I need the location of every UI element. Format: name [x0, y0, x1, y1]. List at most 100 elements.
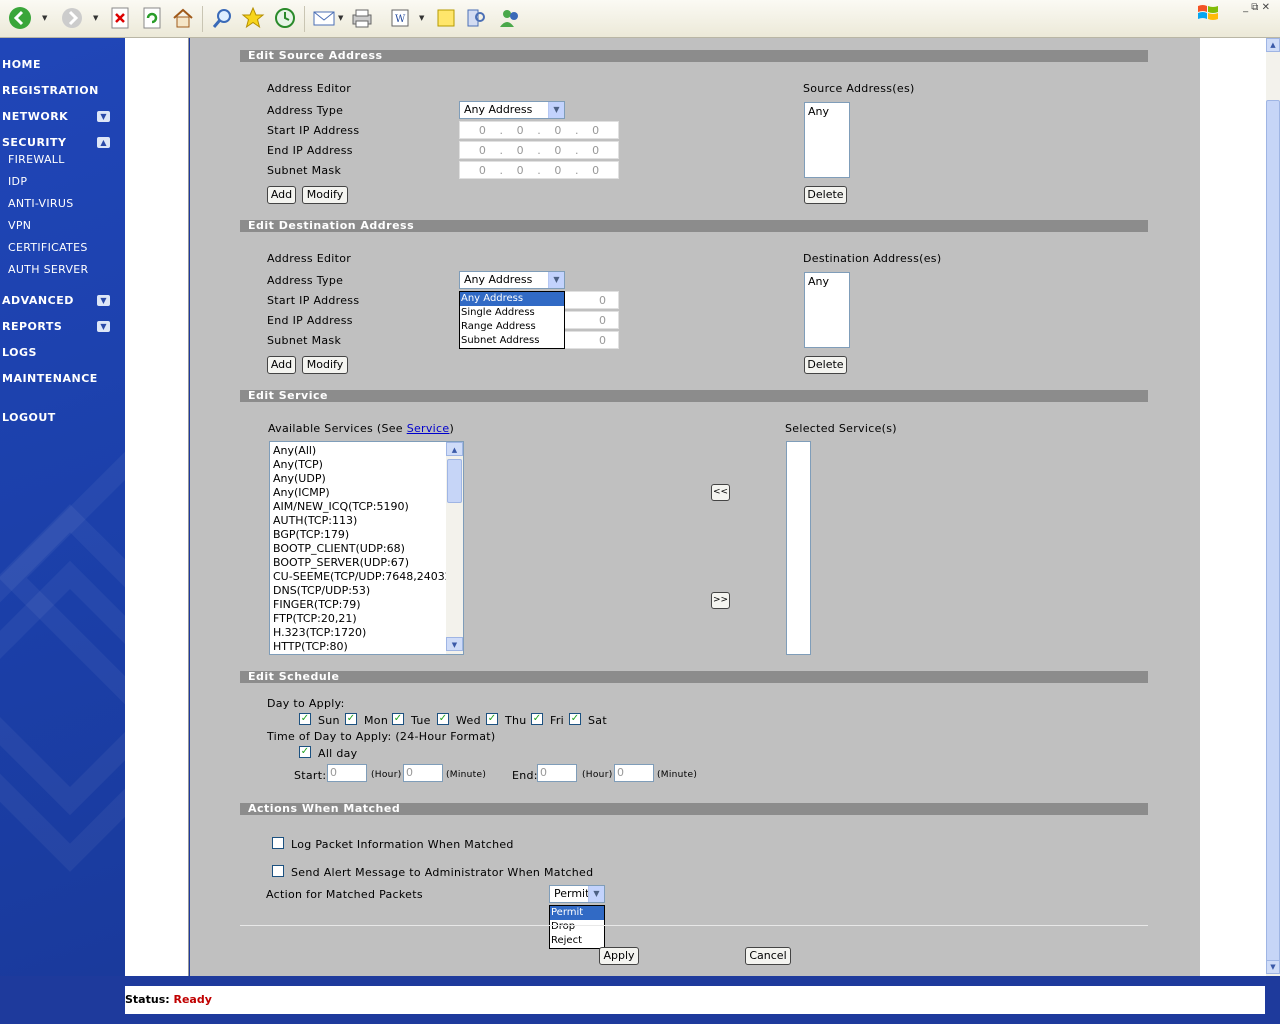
nav-security[interactable]: SECURITY	[2, 136, 66, 149]
list-item[interactable]: Any(ICMP)	[273, 486, 443, 500]
chevron-down-icon[interactable]: ▼	[97, 295, 110, 306]
nav-registration[interactable]: REGISTRATION	[2, 84, 99, 97]
nav-home[interactable]: HOME	[2, 58, 41, 71]
refresh-icon[interactable]	[140, 6, 164, 30]
list-item[interactable]: Any(UDP)	[273, 472, 443, 486]
stop-icon[interactable]	[108, 6, 132, 30]
thu-checkbox[interactable]: ✓	[486, 713, 498, 725]
list-item[interactable]: AUTH(TCP:113)	[273, 514, 443, 528]
list-item[interactable]: Any	[808, 275, 846, 289]
list-item[interactable]: Any(All)	[273, 444, 443, 458]
history-icon[interactable]	[273, 6, 297, 30]
sat-checkbox[interactable]: ✓	[569, 713, 581, 725]
list-item[interactable]: BGP(TCP:179)	[273, 528, 443, 542]
sun-checkbox[interactable]: ✓	[299, 713, 311, 725]
nav-maintenance[interactable]: MAINTENANCE	[2, 372, 98, 385]
list-item[interactable]: CU-SEEME(TCP/UDP:7648,24032)	[273, 570, 456, 584]
nav-reports[interactable]: REPORTS	[2, 320, 62, 333]
chevron-up-icon[interactable]: ▲	[97, 137, 110, 148]
source-end-ip-input[interactable]: 0.0.0.0	[459, 141, 619, 159]
dropdown-option[interactable]: Reject	[550, 934, 604, 948]
start-hour-input[interactable]: 0	[327, 764, 367, 782]
dropdown-option[interactable]: Any Address	[460, 292, 564, 306]
source-address-list[interactable]: Any	[804, 102, 850, 178]
allday-checkbox[interactable]: ✓	[299, 746, 311, 758]
nav-anti-virus[interactable]: ANTI-VIRUS	[8, 197, 74, 210]
list-item[interactable]: DNS(TCP/UDP:53)	[273, 584, 443, 598]
log-packet-checkbox[interactable]: ✓	[272, 837, 284, 849]
service-link[interactable]: Service	[407, 422, 450, 435]
mon-checkbox[interactable]: ✓	[345, 713, 357, 725]
apply-button[interactable]: Apply	[599, 947, 639, 965]
forward-icon[interactable]	[60, 6, 84, 30]
list-item[interactable]: BOOTP_SERVER(UDP:67)	[273, 556, 443, 570]
send-alert-checkbox[interactable]: ✓	[272, 865, 284, 877]
scroll-down-icon[interactable]: ▼	[1266, 960, 1280, 974]
edit-dropdown-icon[interactable]: ▼	[419, 14, 424, 22]
end-minute-input[interactable]: 0	[614, 764, 654, 782]
action-select[interactable]: Permit ▼	[549, 885, 605, 903]
back-dropdown-icon[interactable]: ▼	[42, 14, 47, 22]
list-item[interactable]: FINGER(TCP:79)	[273, 598, 443, 612]
favorites-icon[interactable]	[241, 6, 265, 30]
edit-icon[interactable]: W	[388, 6, 412, 30]
remove-service-button[interactable]: <<	[711, 484, 730, 501]
research-icon[interactable]	[464, 6, 488, 30]
chevron-down-icon[interactable]: ▼	[588, 886, 604, 902]
chevron-down-icon[interactable]: ▼	[548, 102, 564, 118]
list-item[interactable]: Any	[808, 105, 846, 119]
list-item[interactable]: AIM/NEW_ICQ(TCP:5190)	[273, 500, 443, 514]
source-mask-input[interactable]: 0.0.0.0	[459, 161, 619, 179]
home-icon[interactable]	[171, 6, 195, 30]
chevron-down-icon[interactable]: ▼	[97, 111, 110, 122]
dest-address-list[interactable]: Any	[804, 272, 850, 348]
add-service-button[interactable]: >>	[711, 592, 730, 609]
scroll-up-icon[interactable]: ▲	[1266, 38, 1280, 52]
tue-checkbox[interactable]: ✓	[392, 713, 404, 725]
scroll-up-icon[interactable]: ▲	[446, 442, 463, 456]
source-type-select[interactable]: Any Address ▼	[459, 101, 565, 119]
wed-checkbox[interactable]: ✓	[437, 713, 449, 725]
messenger-icon[interactable]	[498, 6, 522, 30]
scroll-thumb[interactable]	[1266, 100, 1280, 968]
chevron-down-icon[interactable]: ▼	[97, 321, 110, 332]
mail-dropdown-icon[interactable]: ▼	[338, 14, 343, 22]
list-item[interactable]: H.323(TCP:1720)	[273, 626, 443, 640]
available-services-list[interactable]: Any(All) Any(TCP) Any(UDP) Any(ICMP) AIM…	[269, 441, 464, 655]
scroll-down-icon[interactable]: ▼	[446, 637, 463, 651]
back-icon[interactable]	[8, 6, 32, 30]
list-item[interactable]: BOOTP_CLIENT(UDP:68)	[273, 542, 443, 556]
note-icon[interactable]	[434, 6, 458, 30]
nav-logs[interactable]: LOGS	[2, 346, 37, 359]
source-modify-button[interactable]: Modify	[302, 186, 348, 204]
dropdown-option[interactable]: Range Address	[460, 320, 564, 334]
nav-network[interactable]: NETWORK	[2, 110, 68, 123]
start-minute-input[interactable]: 0	[403, 764, 443, 782]
dropdown-option[interactable]: Single Address	[460, 306, 564, 320]
end-hour-input[interactable]: 0	[537, 764, 577, 782]
dest-type-select[interactable]: Any Address ▼	[459, 271, 565, 289]
nav-certificates[interactable]: CERTIFICATES	[8, 241, 88, 254]
source-start-ip-input[interactable]: 0.0.0.0	[459, 121, 619, 139]
selected-services-list[interactable]	[786, 441, 811, 655]
chevron-down-icon[interactable]: ▼	[548, 272, 564, 288]
page-scrollbar[interactable]: ▲ ▼	[1266, 38, 1280, 976]
list-item[interactable]: FTP(TCP:20,21)	[273, 612, 443, 626]
dropdown-option[interactable]: Permit	[550, 906, 604, 920]
dest-add-button[interactable]: Add	[267, 356, 296, 374]
services-list-scrollbar[interactable]: ▲ ▼	[446, 442, 463, 654]
nav-advanced[interactable]: ADVANCED	[2, 294, 74, 307]
nav-firewall[interactable]: FIREWALL	[8, 153, 65, 166]
window-controls[interactable]: _ ⧉ ✕	[1243, 2, 1270, 13]
nav-auth-server[interactable]: AUTH SERVER	[8, 263, 88, 276]
print-icon[interactable]	[350, 6, 374, 30]
forward-dropdown-icon[interactable]: ▼	[93, 14, 98, 22]
action-dropdown-menu[interactable]: Permit Drop Reject	[549, 905, 605, 949]
dest-modify-button[interactable]: Modify	[302, 356, 348, 374]
mail-icon[interactable]	[312, 6, 336, 30]
source-delete-button[interactable]: Delete	[804, 186, 847, 204]
dest-delete-button[interactable]: Delete	[804, 356, 847, 374]
list-item[interactable]: Any(TCP)	[273, 458, 443, 472]
nav-logout[interactable]: LOGOUT	[2, 411, 56, 424]
scroll-thumb[interactable]	[447, 459, 462, 503]
